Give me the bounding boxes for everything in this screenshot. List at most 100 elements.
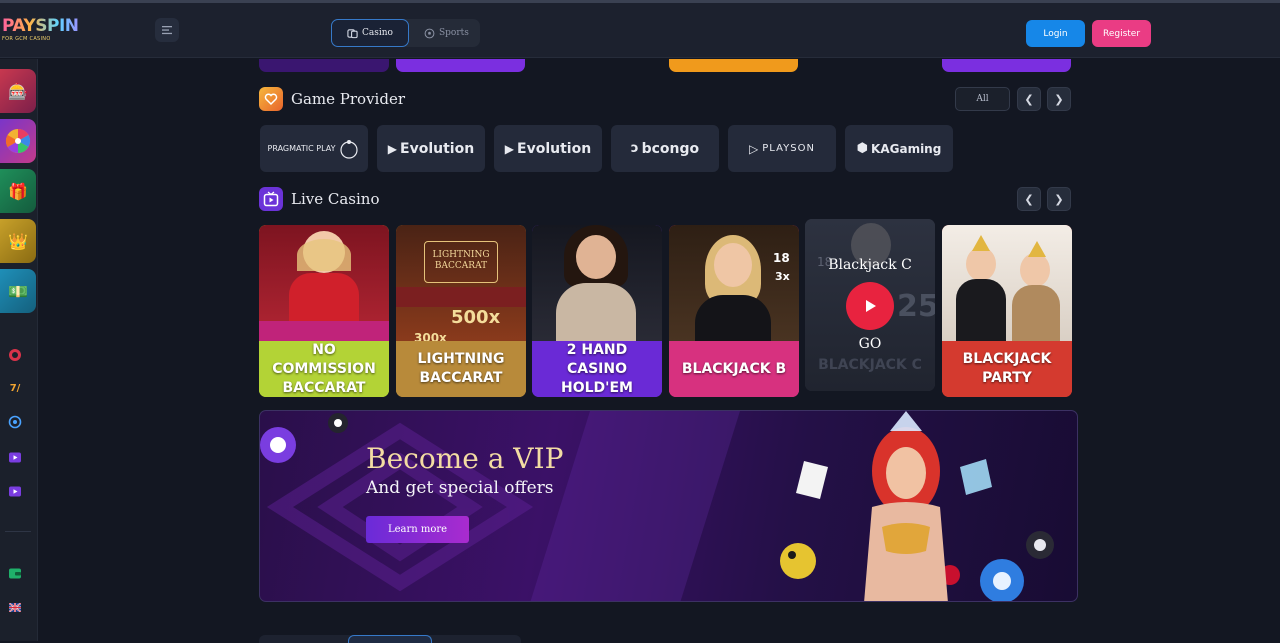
hover-game-title: Blackjack C [828, 257, 912, 273]
settings-icon [8, 415, 22, 429]
provider-card[interactable]: ⬢ KAGaming [845, 125, 953, 172]
provider-section-icon [259, 87, 283, 111]
banner-background-pattern [260, 411, 1054, 601]
game-card[interactable]: NO COMMISSION BACCARAT [259, 225, 389, 397]
live-casino-header: Live Casino [259, 187, 379, 211]
sidebar-item-chips[interactable] [7, 347, 23, 363]
wallet-icon [9, 568, 21, 579]
dealer-image [1020, 253, 1050, 287]
gift-tile-icon: 🎁 [8, 181, 28, 201]
brand-name: PAYSPIN [2, 17, 86, 35]
live-tv-icon [9, 452, 21, 463]
provider-next-button[interactable]: ❯ [1047, 87, 1071, 111]
login-button[interactable]: Login [1026, 20, 1085, 47]
game-title: LIGHTNING BACCARAT [396, 341, 526, 397]
view-all-providers-button[interactable]: All [955, 87, 1010, 111]
game-art [259, 225, 389, 345]
live-casino-prev-button[interactable]: ❮ [1017, 187, 1041, 211]
game-title: NO COMMISSION BACCARAT [259, 341, 389, 397]
sidebar-item-language[interactable] [7, 599, 23, 615]
game-title: BLACKJACK C [818, 356, 922, 373]
sidebar-item-live-1[interactable] [7, 449, 23, 465]
provider-prev-button[interactable]: ❮ [1017, 87, 1041, 111]
seat-badge: 18 [773, 251, 790, 265]
uk-flag-icon [9, 602, 21, 612]
provider-name: Evolution [517, 140, 592, 157]
sidebar-item-slots[interactable]: 7/ [7, 380, 23, 396]
sidebar-item-settings[interactable] [7, 414, 23, 430]
section-title: Game Provider [291, 90, 406, 108]
chevron-left-icon: ❮ [1024, 192, 1034, 206]
sport-casino-tabs: Casino Sports [331, 19, 480, 47]
brand-logo[interactable]: PAYSPIN FOR GCM CASINO [2, 17, 86, 45]
chip-icon [9, 349, 21, 361]
live-casino-section-icon [259, 187, 283, 211]
pragmatic-play-logo-icon [340, 139, 359, 159]
lightning-logo: LIGHTNING BACCARAT [424, 241, 498, 283]
dealer-suit [956, 279, 1006, 345]
prev-row-card[interactable] [942, 59, 1071, 72]
sidebar-item-live-2[interactable] [7, 483, 23, 499]
register-button[interactable]: Register [1092, 20, 1151, 47]
provider-card[interactable]: ▷ PLAYSON [728, 125, 836, 172]
evolution-logo-icon: ▶ [504, 141, 515, 156]
vip-banner[interactable]: Become a VIP And get special offers Lear… [259, 410, 1078, 602]
provider-card[interactable]: PRAGMATIC PLAY [260, 125, 368, 172]
game-card[interactable]: BLACKJACK PARTY [942, 225, 1072, 397]
tab-sports[interactable]: Sports [409, 19, 484, 47]
provider-name: Evolution [400, 140, 475, 157]
learn-more-button[interactable]: Learn more [366, 516, 469, 543]
vip-title: Become a VIP [366, 442, 564, 475]
slots-tile[interactable]: 🎰 [0, 69, 36, 113]
vip-subtitle: And get special offers [366, 478, 554, 498]
live-tv-icon [263, 191, 279, 207]
provider-card[interactable]: ▶ Evolution [494, 125, 602, 172]
top-bar: PAYSPIN FOR GCM CASINO Casino Sports Log… [0, 0, 1280, 58]
booongo-logo-icon: ↄ [630, 141, 639, 156]
bottom-tab-active[interactable] [348, 635, 432, 643]
game-card-hovered[interactable]: 18 25 Blackjack C GO BLACKJACK C [805, 219, 935, 391]
tab-sports-label: Sports [438, 28, 469, 38]
menu-toggle-button[interactable] [155, 18, 179, 42]
prev-row-card[interactable] [669, 59, 798, 72]
game-art: 18 3x [669, 225, 799, 345]
dealer-hair [297, 239, 351, 271]
tab-casino[interactable]: Casino [331, 19, 409, 47]
sidebar-divider [5, 531, 31, 532]
provider-card[interactable]: ▶ Evolution [377, 125, 485, 172]
sidebar-item-wallet[interactable] [7, 565, 23, 581]
game-art [532, 225, 662, 345]
dealer-image [576, 235, 616, 279]
dealer-image [714, 243, 752, 287]
evolution-logo-icon: ▶ [387, 141, 398, 156]
cash-tile-icon: 💵 [8, 281, 28, 301]
crown-tile[interactable]: 👑 [0, 219, 36, 263]
dealer-dress [1012, 285, 1060, 345]
provider-card[interactable]: ↄ bcongo [611, 125, 719, 172]
sidebar: 🎰 🎁 👑 💵 7/ [0, 59, 38, 641]
play-button[interactable] [846, 282, 894, 330]
prev-row-card[interactable] [259, 59, 389, 72]
wheel-tile-icon [5, 129, 31, 153]
multiplier-badge: 3x [775, 270, 790, 283]
hamburger-icon [162, 26, 172, 35]
heart-hand-icon [264, 93, 278, 106]
section-title: Live Casino [291, 190, 380, 208]
playson-logo-icon: ▷ [749, 141, 760, 156]
cash-tile[interactable]: 💵 [0, 269, 36, 313]
game-card[interactable]: 2 HAND CASINO HOLD'EM [532, 225, 662, 397]
sevens-icon: 7/ [9, 382, 21, 394]
game-title: BLACKJACK PARTY [942, 341, 1072, 397]
gift-tile[interactable]: 🎁 [0, 169, 36, 213]
prev-row-card[interactable] [396, 59, 525, 72]
game-card[interactable]: 18 3x BLACKJACK B [669, 225, 799, 397]
brand-tagline: FOR GCM CASINO [2, 36, 51, 42]
party-hat-icon [1028, 241, 1046, 257]
live-casino-next-button[interactable]: ❯ [1047, 187, 1071, 211]
wheel-tile[interactable] [0, 119, 36, 163]
game-art [942, 225, 1072, 345]
provider-name: PRAGMATIC PLAY [267, 144, 336, 153]
chevron-left-icon: ❮ [1024, 92, 1034, 106]
game-card[interactable]: LIGHTNING BACCARAT 500x 300x LIGHTNING BA… [396, 225, 526, 397]
dealer-dress [695, 295, 771, 345]
